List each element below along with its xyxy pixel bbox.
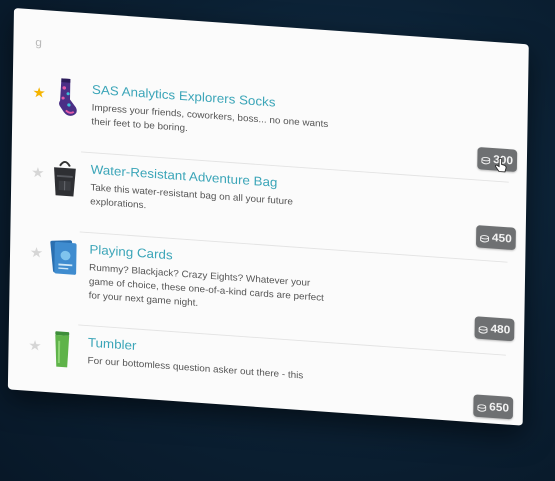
product-description: Take this water-resistant bag on all you…	[90, 182, 293, 212]
tumbler-icon	[48, 329, 76, 372]
redeem-button[interactable]: 650	[473, 394, 514, 420]
reward-catalog-panel: g ★ SAS Analytics Explorers Socks Impres…	[7, 8, 529, 426]
product-description: Impress your friends, coworkers, boss...…	[91, 102, 329, 134]
coin-stack-icon	[477, 402, 487, 412]
playing-cards-icon	[49, 236, 77, 279]
product-title[interactable]: Playing Cards	[89, 242, 172, 262]
star-icon[interactable]: ★	[28, 338, 42, 355]
redeem-button[interactable]: 450	[475, 225, 516, 251]
star-icon[interactable]: ★	[32, 85, 46, 102]
product-description: For our bottomless question asker out th…	[87, 355, 304, 382]
socks-icon	[52, 76, 80, 119]
bag-icon	[51, 156, 79, 199]
price-label: 650	[489, 400, 510, 415]
coin-stack-icon	[478, 323, 488, 334]
coin-stack-icon	[481, 154, 491, 164]
redeem-button[interactable]: 480	[474, 316, 515, 342]
price-label: 450	[491, 230, 512, 246]
coin-stack-icon	[480, 232, 490, 243]
star-icon[interactable]: ★	[31, 165, 45, 182]
redeem-button[interactable]: 300	[477, 146, 518, 173]
star-icon[interactable]: ★	[30, 245, 44, 262]
price-label: 480	[490, 321, 511, 337]
product-description: Rummy? Blackjack? Crazy Eights? Whatever…	[88, 262, 324, 309]
section-heading: g	[35, 35, 42, 50]
backdrop: g ★ SAS Analytics Explorers Socks Impres…	[0, 0, 555, 481]
product-title[interactable]: Tumbler	[88, 335, 137, 352]
price-label: 300	[493, 152, 514, 168]
